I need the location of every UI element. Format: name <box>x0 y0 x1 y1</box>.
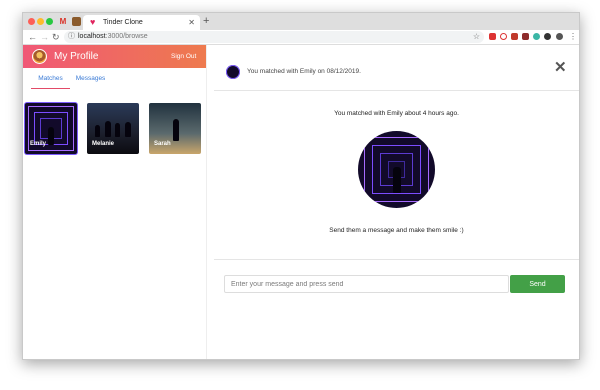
browser-window: M ♥ Tinder Clone ✕ + ← → ↻ ⓘ localhost:3… <box>22 12 580 360</box>
match-header: You matched with Emily on 08/12/2019. ✕ <box>214 45 579 91</box>
profile-title[interactable]: My Profile <box>54 50 98 63</box>
sign-out-button[interactable]: Sign Out <box>171 52 196 62</box>
url-host: localhost <box>78 33 106 40</box>
close-icon[interactable]: ✕ <box>554 60 567 76</box>
match-time-text: You matched with Emily about 4 hours ago… <box>334 110 459 117</box>
match-card[interactable]: Melanie <box>87 103 139 154</box>
extension-icon[interactable] <box>511 33 518 40</box>
browser-tab[interactable]: ♥ Tinder Clone ✕ <box>83 15 200 30</box>
send-button[interactable]: Send <box>510 275 565 293</box>
forward-icon[interactable]: → <box>40 31 49 43</box>
extension-icon[interactable] <box>489 33 496 40</box>
info-icon[interactable]: ⓘ <box>68 31 75 43</box>
url-field[interactable]: ⓘ localhost:3000/browse ☆ <box>64 31 484 43</box>
match-date-text: You matched with Emily on 08/12/2019. <box>247 68 361 75</box>
avatar <box>226 65 240 79</box>
url-path: :3000/browse <box>105 33 148 40</box>
maximize-window-button[interactable] <box>46 18 53 25</box>
close-window-button[interactable] <box>28 18 35 25</box>
match-card[interactable]: Sarah <box>149 103 201 154</box>
minimize-window-button[interactable] <box>37 18 44 25</box>
match-avatar <box>358 131 435 208</box>
close-icon[interactable]: ✕ <box>188 17 195 28</box>
avatar[interactable] <box>32 49 47 64</box>
profile-header: My Profile Sign Out <box>23 45 206 68</box>
cta-text: Send them a message and make them smile … <box>329 227 464 234</box>
match-panel: You matched with Emily on 08/12/2019. ✕ … <box>214 45 579 359</box>
match-card[interactable]: Emily <box>25 103 77 154</box>
back-icon[interactable]: ← <box>28 31 37 43</box>
reload-icon[interactable]: ↻ <box>52 31 60 43</box>
matches-grid: Emily Melanie Sarah <box>23 103 206 163</box>
profile-avatar-icon[interactable] <box>556 33 563 40</box>
message-input[interactable] <box>224 275 509 293</box>
tab-title: Tinder Clone <box>103 19 143 26</box>
message-composer: Send <box>214 259 579 359</box>
extension-icon[interactable] <box>544 33 551 40</box>
sidebar-tabs: Matches Messages <box>23 68 206 92</box>
tab-messages-label: Messages <box>75 75 106 82</box>
address-bar: ← → ↻ ⓘ localhost:3000/browse ☆ ⋮ <box>23 30 579 45</box>
tab-matches-label: Matches <box>38 75 63 82</box>
extension-icon[interactable] <box>522 33 529 40</box>
tab-messages[interactable]: Messages <box>73 71 108 89</box>
bag-icon[interactable] <box>72 17 81 26</box>
extension-icon[interactable] <box>500 33 507 40</box>
match-name: Emily <box>30 141 47 147</box>
sidebar: My Profile Sign Out Matches Messages Emi… <box>23 45 207 359</box>
gmail-icon[interactable]: M <box>57 16 69 27</box>
tab-matches[interactable]: Matches <box>31 71 70 89</box>
match-photo <box>358 131 435 208</box>
new-tab-icon[interactable]: + <box>203 15 209 27</box>
extension-icon[interactable] <box>533 33 540 40</box>
more-icon[interactable]: ⋮ <box>569 31 577 43</box>
match-name: Sarah <box>154 141 171 147</box>
match-name: Melanie <box>92 141 115 147</box>
bookmark-star-icon[interactable]: ☆ <box>473 31 480 43</box>
tab-strip: M ♥ Tinder Clone ✕ + <box>23 13 579 30</box>
heart-icon: ♥ <box>90 17 96 27</box>
url-text: localhost:3000/browse <box>78 31 148 43</box>
